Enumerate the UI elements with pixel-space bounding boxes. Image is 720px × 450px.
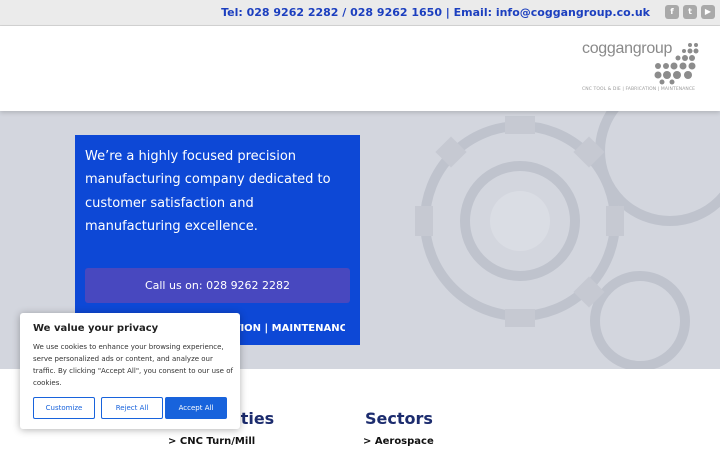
- sectors-link-aerospace[interactable]: > Aerospace: [363, 436, 434, 447]
- reject-all-button[interactable]: Reject All: [101, 397, 163, 419]
- logo-dots: [654, 43, 699, 85]
- call-button[interactable]: Call us on: 028 9262 2282: [85, 268, 350, 303]
- site-header: coggangroup CNC TOOL & DIE | FABRICATION…: [0, 26, 720, 111]
- contact-info[interactable]: Tel: 028 9262 2282 / 028 9262 1650 | Ema…: [221, 6, 650, 19]
- logo[interactable]: coggangroup CNC TOOL & DIE | FABRICATION…: [578, 40, 700, 98]
- cookie-message: We use cookies to enhance your browsing …: [33, 343, 233, 387]
- accept-all-button[interactable]: Accept All: [165, 397, 227, 419]
- facebook-icon[interactable]: f: [665, 5, 679, 19]
- twitter-icon[interactable]: t: [683, 5, 697, 19]
- youtube-icon[interactable]: ▶: [701, 5, 715, 19]
- customize-button[interactable]: Customize: [33, 397, 95, 419]
- cookie-title: We value your privacy: [33, 323, 159, 334]
- capabilities-link-cnc[interactable]: > CNC Turn/Mill: [168, 436, 255, 447]
- sectors-title: Sectors: [365, 409, 433, 428]
- logo-tagline: CNC TOOL & DIE | FABRICATION | MAINTENAN…: [582, 87, 696, 92]
- cookie-consent-dialog: We value your privacy We use cookies to …: [20, 313, 240, 429]
- hero-text: We’re a highly focused precision manufac…: [85, 149, 331, 234]
- top-contact-bar: Tel: 028 9262 2282 / 028 9262 1650 | Ema…: [0, 0, 720, 26]
